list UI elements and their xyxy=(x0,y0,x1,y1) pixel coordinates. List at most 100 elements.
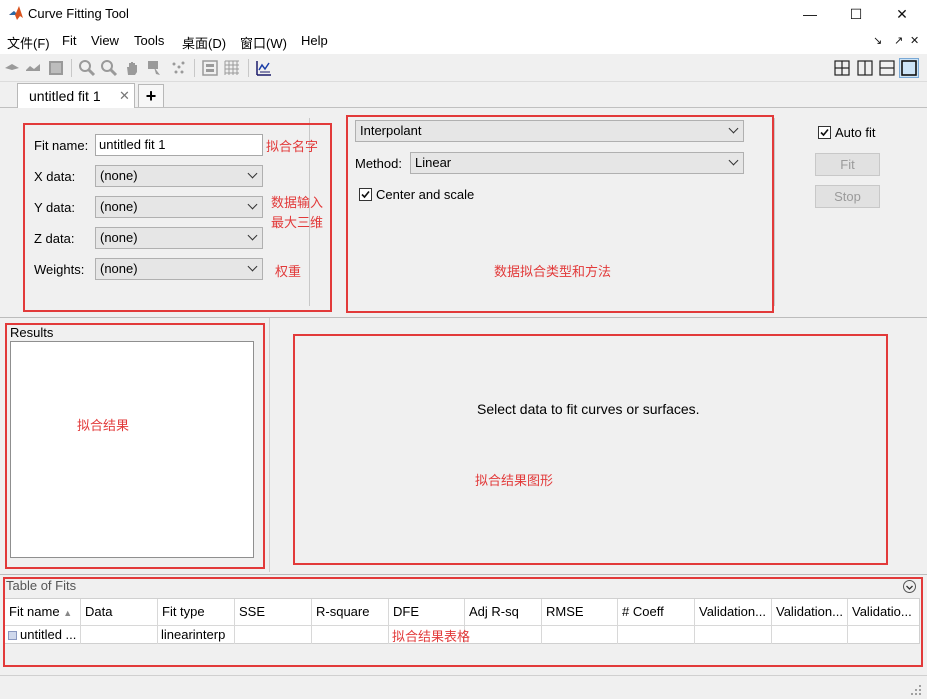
print-icon[interactable] xyxy=(3,59,21,77)
column-header-coeff[interactable]: # Coeff xyxy=(618,599,695,626)
table-row-cell-fit-type[interactable]: linearinterp xyxy=(158,626,235,644)
z-data-value: (none) xyxy=(100,230,138,245)
x-data-value: (none) xyxy=(100,168,138,183)
weights-select[interactable]: (none) xyxy=(95,258,263,280)
menu-fit[interactable]: Fit xyxy=(62,33,76,48)
annotation-data-input: 数据输入 xyxy=(271,196,324,211)
status-bar xyxy=(0,675,927,699)
column-header-r-square[interactable]: R-square xyxy=(312,599,389,626)
grid-icon[interactable] xyxy=(223,59,241,77)
tab-close-icon[interactable]: ✕ xyxy=(119,88,130,104)
z-data-select[interactable]: (none) xyxy=(95,227,263,249)
menu-window[interactable]: 窗口(W) xyxy=(240,33,287,52)
checkmark-icon xyxy=(820,128,829,137)
stop-button[interactable]: Stop xyxy=(815,185,880,208)
center-scale-checkbox[interactable] xyxy=(359,188,372,201)
minimize-icon: — xyxy=(803,6,817,22)
checkmark-icon xyxy=(361,190,370,199)
column-header-sse[interactable]: SSE xyxy=(235,599,312,626)
matlab-logo-icon xyxy=(8,5,24,21)
table-row-cell-r-square[interactable] xyxy=(312,626,389,644)
fit-button[interactable]: Fit xyxy=(815,153,880,176)
title-bar: Curve Fitting Tool — ☐ ✕ xyxy=(0,0,927,28)
close-icon: ✕ xyxy=(896,5,908,22)
column-header-validation-2[interactable]: Validation... xyxy=(772,599,848,626)
menu-file[interactable]: 文件(F) xyxy=(7,33,50,52)
plot-pane xyxy=(271,318,927,572)
axes-limits-icon[interactable] xyxy=(255,59,273,77)
undock-icon[interactable]: ↘ xyxy=(873,34,882,47)
method-select[interactable]: Linear xyxy=(410,152,744,174)
x-data-select[interactable]: (none) xyxy=(95,165,263,187)
table-row-cell-coeff[interactable] xyxy=(618,626,695,644)
dock-icon[interactable]: ↗ xyxy=(894,34,903,47)
chevron-down-icon xyxy=(247,261,258,272)
table-row-cell-sse[interactable] xyxy=(235,626,312,644)
column-header-adj-r-sq[interactable]: Adj R-sq xyxy=(465,599,542,626)
table-row-cell-validation-1[interactable] xyxy=(695,626,772,644)
table-row-cell-validation-2[interactable] xyxy=(772,626,848,644)
fit-name-input[interactable]: untitled fit 1 xyxy=(95,134,263,156)
weights-label: Weights: xyxy=(34,262,85,277)
column-header-validation-1[interactable]: Validation... xyxy=(695,599,772,626)
results-text-area[interactable] xyxy=(10,341,254,558)
toolbar-separator xyxy=(71,59,72,77)
annotation-weights: 权重 xyxy=(275,265,302,280)
legend-toggle-icon[interactable] xyxy=(201,59,219,77)
panel-divider xyxy=(774,118,775,306)
layout-columns-icon[interactable] xyxy=(855,58,875,78)
maximize-button[interactable]: ☐ xyxy=(833,0,879,28)
column-header-fit-type[interactable]: Fit type xyxy=(158,599,235,626)
menu-bar: 文件(F) Fit View Tools 桌面(D) 窗口(W) Help ↘ … xyxy=(0,28,927,54)
layout-grid-icon[interactable] xyxy=(832,58,852,78)
column-header-rmse[interactable]: RMSE xyxy=(542,599,618,626)
column-header-label: Fit name xyxy=(9,604,60,619)
annotation-max-3d: 最大三维 xyxy=(271,216,324,231)
toolbar-separator xyxy=(248,59,249,77)
close-button[interactable]: ✕ xyxy=(879,0,925,28)
add-fit-tab-button[interactable]: + xyxy=(138,84,164,107)
fit-tab-strip: untitled fit 1 ✕ + xyxy=(0,82,927,108)
y-data-select[interactable]: (none) xyxy=(95,196,263,218)
column-header-fit-name[interactable]: Fit name ▲ xyxy=(5,599,81,626)
table-of-fits-header xyxy=(0,574,927,596)
auto-fit-checkbox[interactable] xyxy=(818,126,831,139)
pan-hand-icon[interactable] xyxy=(123,59,141,77)
column-header-dfe[interactable]: DFE xyxy=(389,599,465,626)
table-row-cell-validation-3[interactable] xyxy=(848,626,919,644)
menu-desktop[interactable]: 桌面(D) xyxy=(182,33,226,52)
legend-icon[interactable] xyxy=(47,59,65,77)
menu-help[interactable]: Help xyxy=(301,33,328,48)
chevron-down-icon xyxy=(728,155,739,166)
fit-type-select[interactable]: Interpolant xyxy=(355,120,744,142)
table-row-cell-fit-name[interactable]: untitled ... xyxy=(5,626,81,644)
chevron-down-icon xyxy=(728,123,739,134)
minimize-button[interactable]: — xyxy=(787,0,833,28)
exclude-outliers-icon[interactable] xyxy=(24,59,42,77)
menu-view[interactable]: View xyxy=(91,33,119,48)
table-row-cell-data[interactable] xyxy=(81,626,158,644)
layout-single-icon[interactable] xyxy=(899,58,919,78)
fit-name-label: Fit name: xyxy=(34,138,89,153)
data-cursor-icon[interactable] xyxy=(146,59,164,77)
column-header-data[interactable]: Data xyxy=(81,599,158,626)
table-of-fits-title: Table of Fits xyxy=(6,578,77,593)
tab-untitled-fit-1[interactable]: untitled fit 1 ✕ xyxy=(17,83,135,108)
zoom-in-icon[interactable] xyxy=(78,59,96,77)
annotation-fit-name: 拟合名字 xyxy=(266,140,319,155)
chevron-down-icon xyxy=(247,199,258,210)
resize-grip-icon[interactable] xyxy=(910,684,922,696)
menu-tools[interactable]: Tools xyxy=(134,33,164,48)
exclude-data-icon[interactable] xyxy=(169,59,187,77)
table-row-cell-adj-r-sq[interactable] xyxy=(465,626,542,644)
z-data-label: Z data: xyxy=(34,231,75,246)
annotation-fit-type-method: 数据拟合类型和方法 xyxy=(494,265,612,280)
column-header-validation-3[interactable]: Validatio... xyxy=(848,599,919,626)
layout-rows-icon[interactable] xyxy=(877,58,897,78)
close-document-icon[interactable]: ✕ xyxy=(910,34,919,47)
chevron-down-icon xyxy=(247,168,258,179)
zoom-out-icon[interactable] xyxy=(100,59,118,77)
table-row-cell-rmse[interactable] xyxy=(542,626,618,644)
fit-color-swatch-icon xyxy=(8,631,17,640)
collapse-chevron-icon[interactable] xyxy=(903,580,916,593)
